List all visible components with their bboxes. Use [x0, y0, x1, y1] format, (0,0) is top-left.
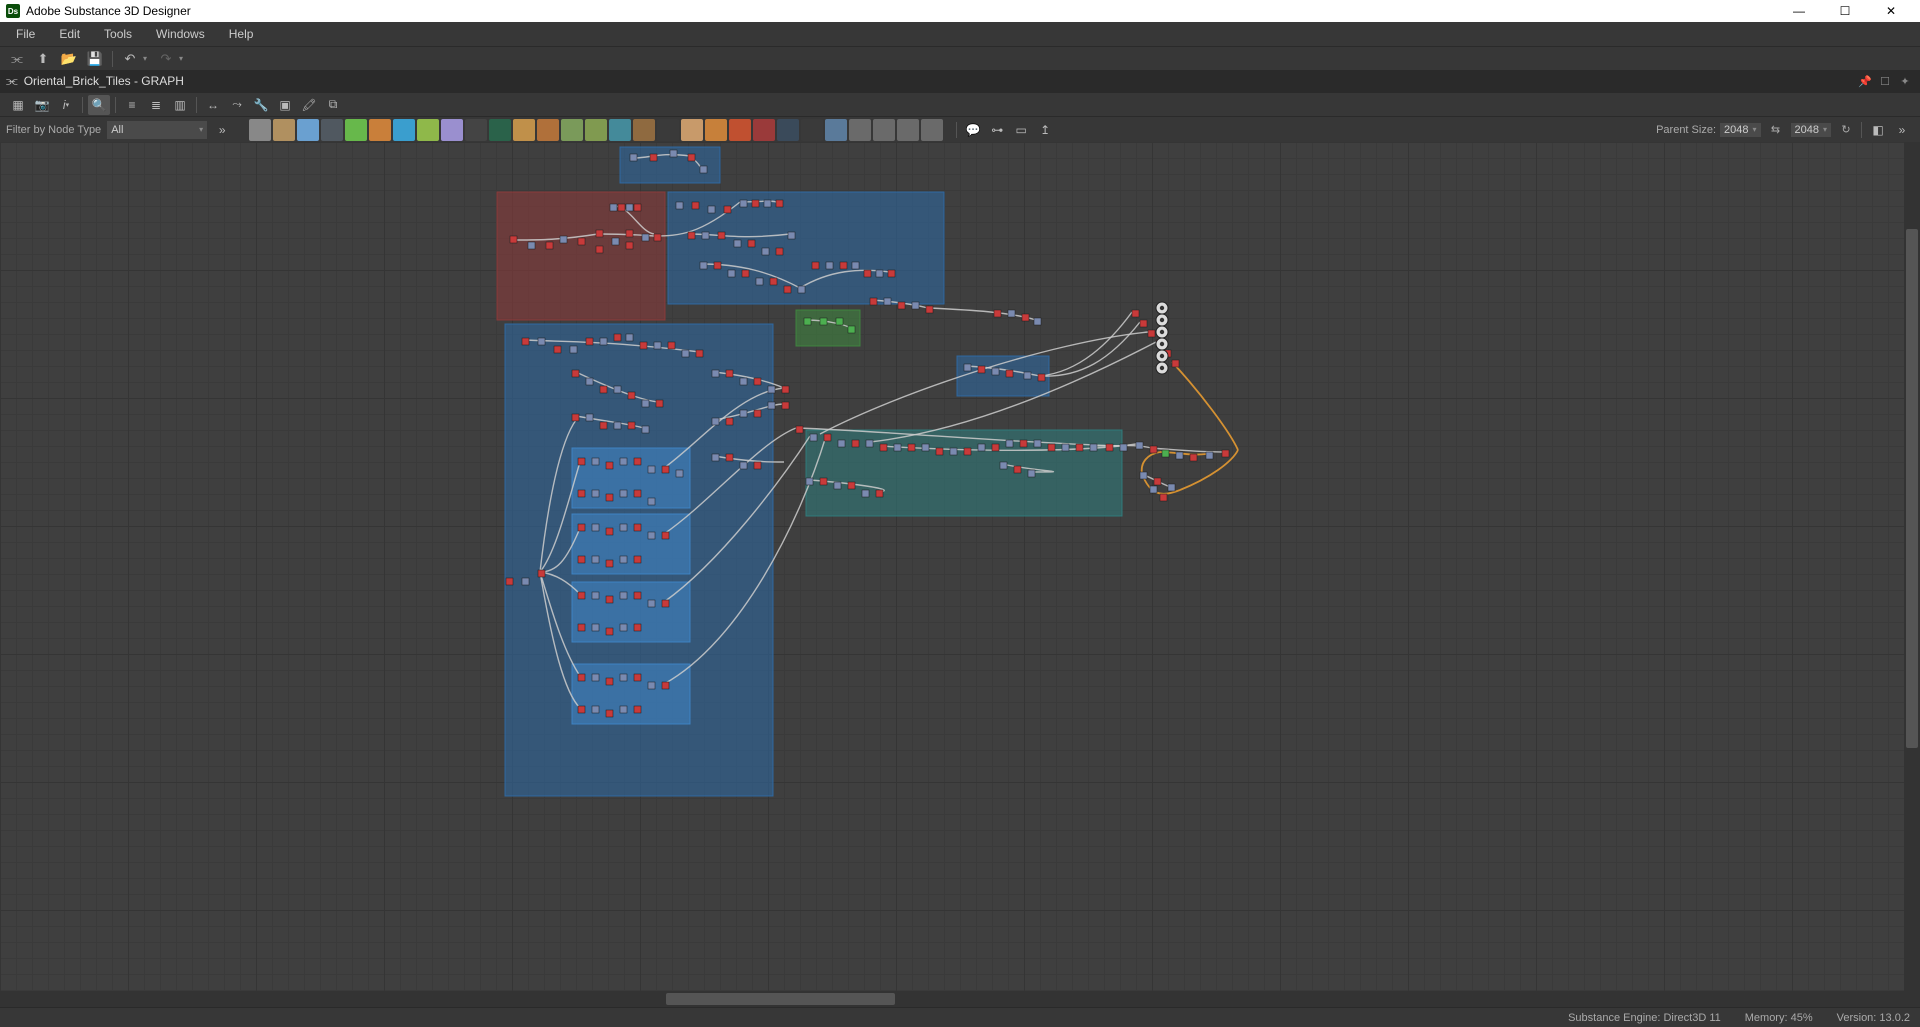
node-shortcut-11[interactable] — [513, 119, 535, 141]
node-shortcut-13[interactable] — [561, 119, 583, 141]
redo-history-dropdown[interactable]: ▾ — [179, 54, 189, 63]
reset-size-button[interactable]: ↻ — [1837, 121, 1855, 139]
graph-panel-title: Oriental_Brick_Tiles - GRAPH — [24, 74, 184, 88]
node-shortcut-14[interactable] — [585, 119, 607, 141]
pin-panel-button[interactable]: 📌 — [1856, 72, 1874, 90]
node-shortcut-2[interactable] — [297, 119, 319, 141]
link-node-button[interactable]: ⊶ — [986, 120, 1008, 140]
status-engine: Substance Engine: Direct3D 11 — [1568, 1012, 1721, 1024]
menu-tools[interactable]: Tools — [92, 22, 144, 46]
node-shortcut-22[interactable] — [777, 119, 799, 141]
window-titlebar: Ds Adobe Substance 3D Designer — ☐ ✕ — [0, 0, 1920, 22]
node-shortcut-10[interactable] — [489, 119, 511, 141]
menu-help[interactable]: Help — [217, 22, 266, 46]
view-mode-a-button[interactable]: ◧ — [1867, 120, 1889, 140]
node-shortcut-15[interactable] — [609, 119, 631, 141]
status-memory: Memory: 45% — [1745, 1012, 1813, 1024]
node-shortcut-23[interactable] — [801, 119, 823, 141]
publish-button[interactable]: ⬆ — [32, 49, 54, 69]
node-shortcut-28[interactable] — [921, 119, 943, 141]
parent-size-controls: Parent Size: 2048▾ ⇆ 2048▾ ↻ ◧ » — [1656, 120, 1914, 140]
graph-canvas[interactable] — [0, 142, 1920, 1007]
node-shortcut-6[interactable] — [393, 119, 415, 141]
main-toolbar: ⫘ ⬆ 📂 💾 ↶ ▾ ↷ ▾ — [0, 46, 1920, 70]
node-shortcut-1[interactable] — [273, 119, 295, 141]
graph-settings-button[interactable]: 🔧 — [250, 95, 272, 115]
graph-header-icon: ⫘ — [6, 73, 18, 89]
window-minimize-button[interactable]: — — [1776, 0, 1822, 22]
display-mode-button[interactable]: ▦ — [7, 95, 29, 115]
window-title: Adobe Substance 3D Designer — [26, 4, 191, 18]
node-shortcut-18[interactable] — [681, 119, 703, 141]
node-shortcut-27[interactable] — [897, 119, 919, 141]
undo-button[interactable]: ↶ — [119, 49, 141, 69]
horizontal-scrollbar[interactable] — [0, 991, 1904, 1007]
pin-node-button[interactable]: ▭ — [1010, 120, 1032, 140]
node-shortcut-21[interactable] — [753, 119, 775, 141]
node-shortcut-17[interactable] — [657, 119, 679, 141]
save-button[interactable]: 💾 — [84, 49, 106, 69]
crop-button[interactable]: ⧉ — [322, 95, 344, 115]
menu-edit[interactable]: Edit — [47, 22, 92, 46]
highlight-button[interactable]: 🖍 — [298, 95, 320, 115]
status-bar: Substance Engine: Direct3D 11 Memory: 45… — [0, 1007, 1920, 1027]
node-shortcut-5[interactable] — [369, 119, 391, 141]
link-size-button[interactable]: ⇆ — [1767, 121, 1785, 139]
menu-file[interactable]: File — [4, 22, 47, 46]
node-shortcut-0[interactable] — [249, 119, 271, 141]
filter-node-type-value: All — [111, 124, 123, 136]
filter-node-type-select[interactable]: All ▾ — [107, 121, 207, 139]
info-button[interactable]: i▾ — [55, 95, 77, 115]
node-shortcut-19[interactable] — [705, 119, 727, 141]
focus-panel-button[interactable]: ✦ — [1896, 72, 1914, 90]
maximize-panel-button[interactable]: ☐ — [1876, 72, 1894, 90]
node-shortcut-4[interactable] — [345, 119, 367, 141]
node-shortcut-24[interactable] — [825, 119, 847, 141]
node-shortcut-3[interactable] — [321, 119, 343, 141]
node-shortcut-9[interactable] — [465, 119, 487, 141]
status-version: Version: 13.0.2 — [1837, 1012, 1910, 1024]
link-curved-button[interactable]: ⤳ — [226, 95, 248, 115]
open-button[interactable]: 📂 — [58, 49, 80, 69]
graph-toolbar: ▦ 📷 i▾ 🔍 ≡ ≣ ▥ ↔ ⤳ 🔧 ▣ 🖍 ⧉ — [0, 92, 1920, 116]
app-icon: Ds — [6, 4, 20, 18]
graph-panel-header: ⫘ Oriental_Brick_Tiles - GRAPH 📌 ☐ ✦ — [0, 70, 1920, 92]
parent-height-select[interactable]: 2048▾ — [1791, 123, 1832, 137]
node-shortcut-25[interactable] — [849, 119, 871, 141]
align-center-button[interactable]: ≣ — [145, 95, 167, 115]
node-shortcut-8[interactable] — [441, 119, 463, 141]
snapshot-button[interactable]: 📷 — [31, 95, 53, 115]
add-frame-button[interactable]: ▣ — [274, 95, 296, 115]
graph-icon-button[interactable]: ⫘ — [6, 49, 28, 69]
node-shortcut-20[interactable] — [729, 119, 751, 141]
output-up-button[interactable]: ↥ — [1034, 120, 1056, 140]
parent-size-label: Parent Size: — [1656, 124, 1716, 136]
expand-filter-button[interactable]: » — [211, 120, 233, 140]
expand-right-button[interactable]: » — [1891, 120, 1913, 140]
node-shortcut-7[interactable] — [417, 119, 439, 141]
parent-width-select[interactable]: 2048▾ — [1720, 123, 1761, 137]
window-close-button[interactable]: ✕ — [1868, 0, 1914, 22]
menu-windows[interactable]: Windows — [144, 22, 217, 46]
link-straight-button[interactable]: ↔ — [202, 95, 224, 115]
align-columns-button[interactable]: ▥ — [169, 95, 191, 115]
node-shortcut-26[interactable] — [873, 119, 895, 141]
vertical-scrollbar[interactable] — [1904, 142, 1920, 1007]
zoom-button[interactable]: 🔍 — [88, 95, 110, 115]
redo-button[interactable]: ↷ — [155, 49, 177, 69]
node-shortcut-16[interactable] — [633, 119, 655, 141]
node-shortcut-12[interactable] — [537, 119, 559, 141]
comment-node-button[interactable]: 💬 — [962, 120, 984, 140]
undo-history-dropdown[interactable]: ▾ — [143, 54, 153, 63]
filter-label: Filter by Node Type — [6, 124, 101, 136]
window-maximize-button[interactable]: ☐ — [1822, 0, 1868, 22]
main-menu-bar: FileEditToolsWindowsHelp — [0, 22, 1920, 46]
node-shortcut-toolbar: Filter by Node Type All ▾ » 💬 ⊶ ▭ ↥ Pare… — [0, 116, 1920, 142]
align-left-button[interactable]: ≡ — [121, 95, 143, 115]
